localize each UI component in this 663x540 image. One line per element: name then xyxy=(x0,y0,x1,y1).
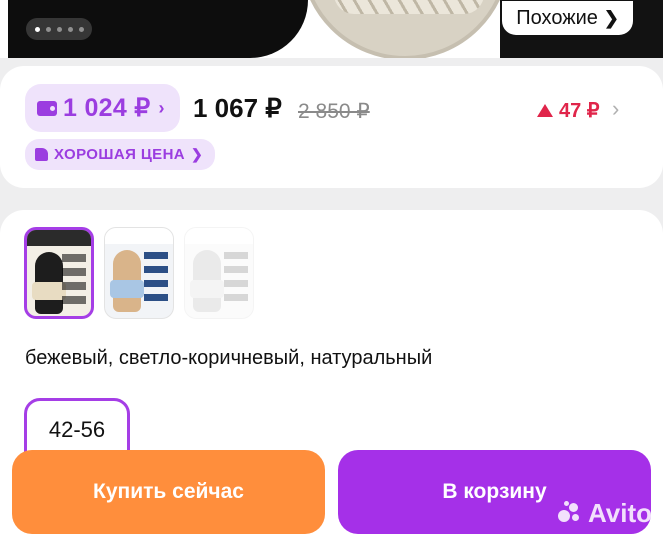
carousel-dot xyxy=(56,26,62,32)
price-change-value: 47 ₽ xyxy=(559,100,600,122)
color-description: бежевый, светло-коричневый, натуральный xyxy=(25,347,433,369)
current-price: 1 067 ₽ xyxy=(193,93,282,123)
product-image-carousel[interactable]: Похожие ❯ xyxy=(0,0,663,58)
avito-wordmark: Avito xyxy=(588,498,653,528)
wallet-price: 1 024 ₽ xyxy=(63,94,151,122)
wallet-price-button[interactable]: 1 024 ₽ › xyxy=(25,84,180,132)
chevron-right-icon: › xyxy=(158,97,165,118)
carousel-dot xyxy=(78,26,84,32)
chevron-right-icon: ❯ xyxy=(191,146,203,162)
variant-thumbnail[interactable] xyxy=(184,227,254,319)
thumbnail-header xyxy=(185,228,253,244)
chevron-right-icon[interactable]: › xyxy=(612,96,619,122)
old-price: 2 850 ₽ xyxy=(298,100,370,123)
buy-now-button[interactable]: Купить сейчас xyxy=(12,450,325,534)
thumbs-up-icon xyxy=(35,148,48,161)
thumbnail-belt xyxy=(110,280,144,298)
product-photo-disc xyxy=(300,0,510,58)
carousel-dot xyxy=(67,26,73,32)
variant-thumbnails xyxy=(24,227,254,319)
carousel-indicator xyxy=(26,18,92,40)
variant-thumbnail[interactable] xyxy=(24,227,94,319)
price-change[interactable]: 47 ₽ xyxy=(537,98,600,123)
similar-label: Похожие xyxy=(516,6,598,29)
thumbnail-header xyxy=(105,228,173,244)
good-price-badge[interactable]: ХОРОШАЯ ЦЕНА ❯ xyxy=(25,139,215,170)
price-section: 1 024 ₽ › 1 067 ₽ 2 850 ₽ 47 ₽ › ХОРОШАЯ… xyxy=(0,66,663,188)
thumbnail-features xyxy=(144,252,168,308)
similar-button[interactable]: Похожие ❯ xyxy=(502,1,633,35)
thumbnail-belt xyxy=(190,280,224,298)
carousel-dot xyxy=(34,26,40,32)
chevron-right-icon: ❯ xyxy=(603,7,619,28)
arrow-up-icon xyxy=(537,104,553,117)
thumbnail-header xyxy=(27,230,91,246)
thumbnail-features xyxy=(224,252,248,308)
size-label: 42-56 xyxy=(48,417,106,442)
thumbnail-features xyxy=(62,254,86,310)
avito-logo-icon xyxy=(558,500,584,527)
variant-thumbnail[interactable] xyxy=(104,227,174,319)
thumbnail-belt xyxy=(32,282,66,300)
good-price-label: ХОРОШАЯ ЦЕНА xyxy=(54,146,186,163)
wallet-icon xyxy=(37,100,57,116)
carousel-dot xyxy=(45,26,51,32)
avito-watermark: Avito xyxy=(558,498,652,529)
